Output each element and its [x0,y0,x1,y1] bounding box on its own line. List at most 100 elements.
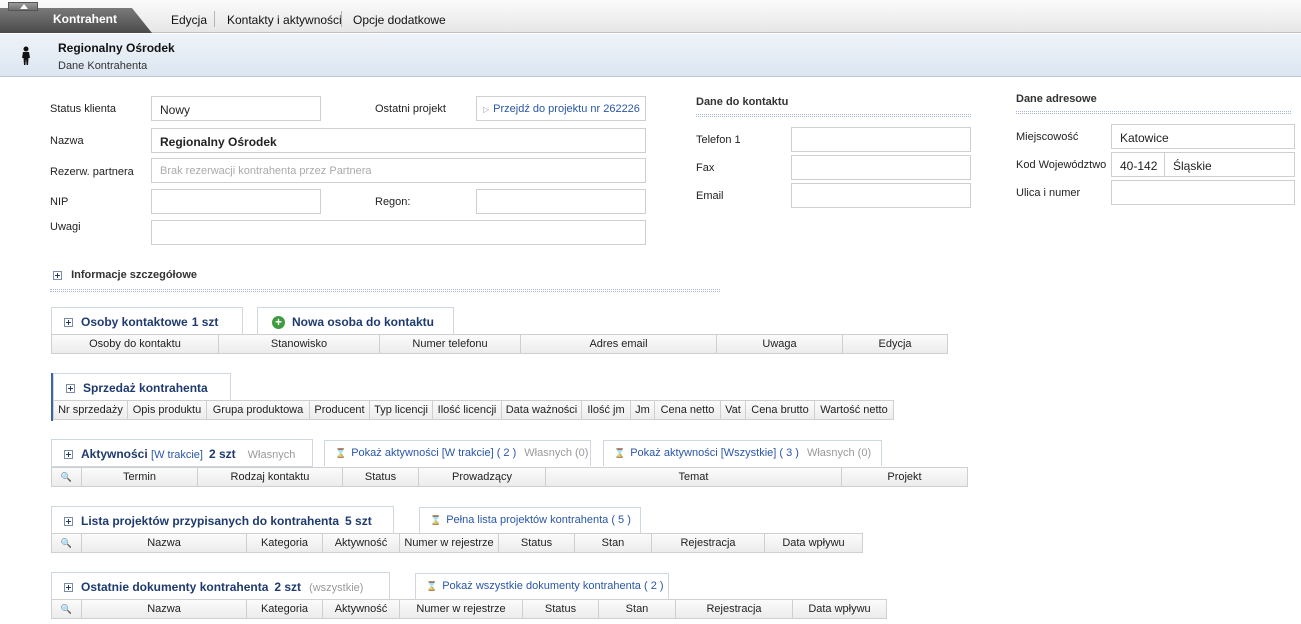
column-header[interactable]: Status [523,599,599,619]
column-header[interactable]: Jm [631,400,655,420]
city-field[interactable]: Katowice [1111,124,1295,149]
column-header[interactable]: Stan [599,599,676,619]
column-header[interactable]: Wartość netto [815,400,894,420]
column-header[interactable]: Cena netto [655,400,721,420]
column-header[interactable]: Vat [721,400,746,420]
documents-all-tab[interactable]: ⌛ Pokaż wszystkie dokumenty kontrahenta (… [415,573,669,599]
column-header[interactable]: Data wpływu [793,599,887,619]
column-header[interactable]: Status [499,533,575,553]
column-header[interactable]: Kategoria [247,599,323,619]
expand-icon [53,270,62,280]
projects-full-list-label: Pełna lista projektów kontrahenta ( 5 ) [446,514,631,526]
regon-field[interactable] [476,189,646,214]
tab-kontrahent[interactable]: Kontrahent [0,8,152,33]
column-header[interactable]: Data ważności [502,400,582,420]
expand-icon [64,318,73,328]
column-header[interactable]: Ilość licencji [433,400,502,420]
column-header[interactable]: Prowadzący [419,467,546,487]
search-column[interactable]: 🔍 [51,533,82,553]
column-header[interactable]: Rodzaj kontaktu [198,467,343,487]
contacts-title: Osoby kontaktowe [81,315,188,329]
column-header[interactable]: Nr sprzedaży [53,400,128,420]
search-column[interactable]: 🔍 [51,467,82,487]
menu-opcje[interactable]: Opcje dodatkowe [353,13,446,27]
column-header[interactable]: Cena brutto [746,400,815,420]
projects-section-tab[interactable]: Lista projektów przypisanych do kontrahe… [51,506,394,534]
province-field[interactable]: Śląskie [1164,152,1295,177]
last-project-link[interactable]: ▷ Przejdź do projektu nr 262226 [476,96,646,121]
column-header[interactable]: Opis produktu [128,400,207,420]
fax-field[interactable] [791,155,971,180]
column-header[interactable]: Uwaga [717,334,843,354]
column-header[interactable]: Kategoria [247,533,323,553]
contacts-section-tab[interactable]: Osoby kontaktowe 1 szt [51,307,243,335]
menu-edycja[interactable]: Edycja [171,13,207,27]
column-header[interactable]: Edycja [843,334,948,354]
collapse-toggle-button[interactable] [8,2,38,11]
status-label: Status klienta [50,103,117,115]
phone-field[interactable] [791,127,971,152]
column-header[interactable]: Grupa produktowa [207,400,310,420]
column-header[interactable]: Rejestracja [652,533,765,553]
activities-in-progress-tab[interactable]: ⌛ Pokaż aktywności [W trakcie] ( 2 ) Własn… [324,440,591,466]
documents-section-tab[interactable]: Ostatnie dokumenty kontrahenta 2 szt (wszy… [51,572,390,600]
activities-in-progress-own: Własnych (0) [524,447,589,459]
column-header[interactable]: Termin [82,467,198,487]
activities-filter: [W trakcie] [151,449,203,461]
page-subtitle: Dane Kontrahenta [58,60,148,72]
column-header[interactable]: Rejestracja [676,599,793,619]
activities-all-tab[interactable]: ⌛ Pokaż aktywności [Wszystkie] ( 3 ) Własn… [603,440,882,466]
activities-count: 2 szt [208,447,236,461]
column-header[interactable]: Stanowisko [219,334,380,354]
column-header[interactable]: Aktywność [323,533,400,553]
phone-label: Telefon 1 [696,134,741,146]
search-icon: 🔍 [60,538,73,548]
status-field[interactable]: Nowy [151,96,321,121]
notes-label: Uwagi [50,221,81,233]
nip-field[interactable] [151,189,321,214]
column-header[interactable]: Nazwa [82,533,247,553]
reservation-field[interactable]: Brak rezerwacji kontrahenta przez Partne… [151,158,646,183]
activities-all-own: Własnych (0) [806,447,872,459]
nip-label: NIP [50,196,69,208]
details-toggle[interactable]: Informacje szczegółowe [53,269,197,281]
column-header[interactable]: Adres email [521,334,717,354]
new-contact-button[interactable]: + Nowa osoba do kontaktu [257,307,454,335]
fax-label: Fax [696,162,715,174]
menu-kontakty[interactable]: Kontakty i aktywności [227,13,342,27]
search-column[interactable]: 🔍 [51,599,82,619]
column-header[interactable]: Projekt [842,467,968,487]
projects-full-list-tab[interactable]: ⌛ Pełna lista projektów kontrahenta ( 5 ) [419,507,641,533]
search-icon: 🔍 [60,472,73,482]
activities-section-tab[interactable]: Aktywności [W trakcie] 2 szt Własnych [51,439,313,467]
details-title: Informacje szczegółowe [71,269,197,281]
street-field[interactable] [1111,180,1295,205]
notes-field[interactable] [151,220,646,245]
sales-section-tab[interactable]: Sprzedaż kontrahenta [53,373,231,401]
column-header[interactable]: Aktywność [323,599,400,619]
column-header[interactable]: Data wpływu [765,533,863,553]
zip-field[interactable]: 40-142 [1111,152,1165,177]
column-header[interactable]: Stan [575,533,652,553]
column-header[interactable]: Producent [310,400,370,420]
email-field[interactable] [791,183,971,208]
new-contact-label: Nowa osoba do kontaktu [292,315,435,329]
regon-label: Regon: [375,196,411,208]
column-header[interactable]: Numer telefonu [380,334,521,354]
documents-scope: (wszystkie) [309,582,364,594]
column-header[interactable]: Typ licencji [370,400,433,420]
person-icon [22,46,30,65]
column-header[interactable]: Numer w rejestrze [400,599,523,619]
documents-count: 2 szt [274,580,302,594]
name-field[interactable]: Regionalny Ośrodek [151,128,646,153]
last-project-label: Ostatni projekt [375,103,446,115]
column-header[interactable]: Numer w rejestrze [400,533,499,553]
column-header[interactable]: Status [343,467,419,487]
column-header[interactable]: Osoby do kontaktu [51,334,219,354]
tab-kontrahent-label: Kontrahent [53,12,117,26]
column-header[interactable]: Ilość jm [582,400,631,420]
address-section-title: Dane adresowe [1016,93,1097,105]
projects-count: 5 szt [345,514,372,528]
column-header[interactable]: Nazwa [82,599,247,619]
column-header[interactable]: Temat [546,467,842,487]
